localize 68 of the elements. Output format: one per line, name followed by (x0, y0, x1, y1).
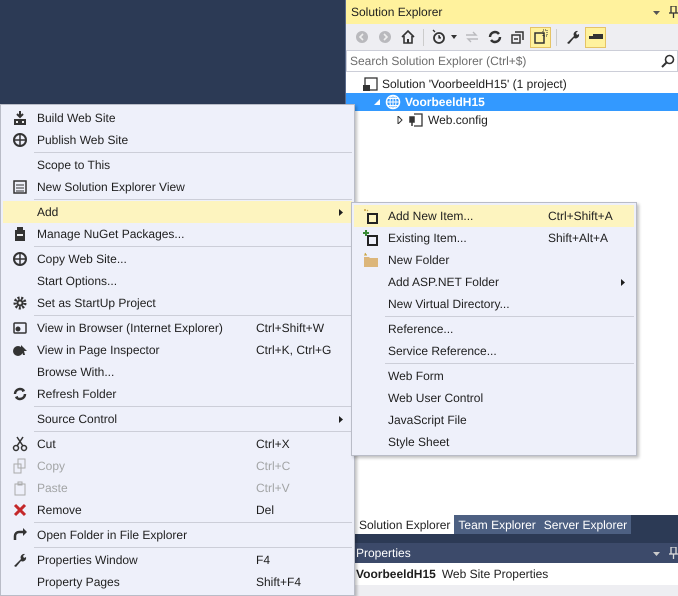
menu-item[interactable]: Style Sheet (354, 431, 634, 453)
menu-item[interactable]: View in Browser (Internet Explorer) Ctrl+Shift+W (3, 317, 352, 339)
window-icon (12, 179, 28, 195)
menu-item[interactable]: Service Reference... (354, 340, 634, 362)
object-name: VoorbeeldH15 (356, 567, 436, 581)
globe-icon (12, 251, 28, 267)
menu-item[interactable]: Add (3, 201, 352, 223)
paste-icon (12, 480, 28, 496)
refresh-icon (12, 386, 28, 402)
expanded-arrow-icon[interactable] (373, 98, 381, 106)
menu-item[interactable]: Source Control (3, 408, 352, 430)
package-icon (12, 226, 28, 242)
download-icon (12, 110, 28, 126)
add-item-icon (363, 230, 379, 246)
menu-item[interactable]: Publish Web Site (3, 129, 352, 151)
pin-icon[interactable] (669, 6, 678, 18)
redo-arrow-icon (12, 527, 28, 543)
search-field[interactable]: Search Solution Explorer (Ctrl+$) (346, 50, 678, 72)
menu-item[interactable]: Cut Ctrl+X (3, 433, 352, 455)
menu-item[interactable]: Refresh Folder (3, 383, 352, 405)
dropdown-icon[interactable] (653, 552, 661, 556)
menu-item[interactable]: JavaScript File (354, 409, 634, 431)
panel-title: Properties (356, 546, 412, 560)
menu-item[interactable]: Web User Control (354, 387, 634, 409)
tool-tab[interactable]: Team Explorer (454, 515, 540, 534)
new-item-icon (363, 208, 379, 224)
tool-tab[interactable]: Solution Explorer (355, 515, 454, 534)
menu-item[interactable]: Existing Item... Shift+Alt+A (354, 227, 634, 249)
menu-item[interactable]: Set as StartUp Project (3, 292, 352, 314)
search-icon (661, 54, 675, 68)
menu-item[interactable]: Property Pages Shift+F4 (3, 571, 352, 593)
menu-item[interactable]: Web Form (354, 365, 634, 387)
copy-icon (12, 458, 28, 474)
globe-icon (12, 132, 28, 148)
menu-item[interactable]: Copy Web Site... (3, 248, 352, 270)
menu-item[interactable]: Properties Window F4 (3, 549, 352, 571)
tool-tab[interactable]: Server Explorer (540, 515, 632, 534)
preview-icon[interactable] (585, 26, 606, 48)
menu-item[interactable]: Scope to This (3, 154, 352, 176)
dropdown-icon[interactable] (653, 10, 661, 16)
folder-icon (363, 252, 379, 268)
solution-icon (362, 76, 378, 92)
menu-item[interactable]: Remove Del (3, 499, 352, 521)
menu-item[interactable]: View in Page Inspector Ctrl+K, Ctrl+G (3, 339, 352, 361)
panel-title: Solution Explorer (351, 5, 444, 19)
tree-item[interactable]: Solution 'VoorbeeldH15' (1 project) (346, 75, 678, 93)
object-type: Web Site Properties (442, 567, 548, 581)
config-file-icon (408, 112, 424, 128)
settings-icon (12, 295, 28, 311)
browser-icon (12, 320, 28, 336)
cursor-icon (12, 342, 28, 358)
globe-icon (385, 94, 401, 110)
collapsed-arrow-icon[interactable] (396, 116, 404, 124)
menu-item[interactable]: Reference... (354, 318, 634, 340)
files-icon[interactable] (530, 26, 551, 48)
menu-item[interactable]: Start Options... (3, 270, 352, 292)
dropdown-icon[interactable] (451, 35, 457, 39)
menu-item[interactable]: Add New Item... Ctrl+Shift+A (354, 205, 634, 227)
scissors-icon (12, 436, 28, 452)
menu-item[interactable]: Browse With... (3, 361, 352, 383)
wrench-icon (12, 552, 28, 568)
menu-item[interactable]: New Folder (354, 249, 634, 271)
menu-item[interactable]: New Solution Explorer View (3, 176, 352, 198)
menu-item[interactable]: Add ASP.NET Folder (354, 271, 634, 293)
menu-item[interactable]: Manage NuGet Packages... (3, 223, 352, 245)
close-icon (12, 502, 28, 518)
menu-item[interactable]: New Virtual Directory... (354, 293, 634, 315)
menu-item[interactable]: Open Folder in File Explorer (3, 524, 352, 546)
